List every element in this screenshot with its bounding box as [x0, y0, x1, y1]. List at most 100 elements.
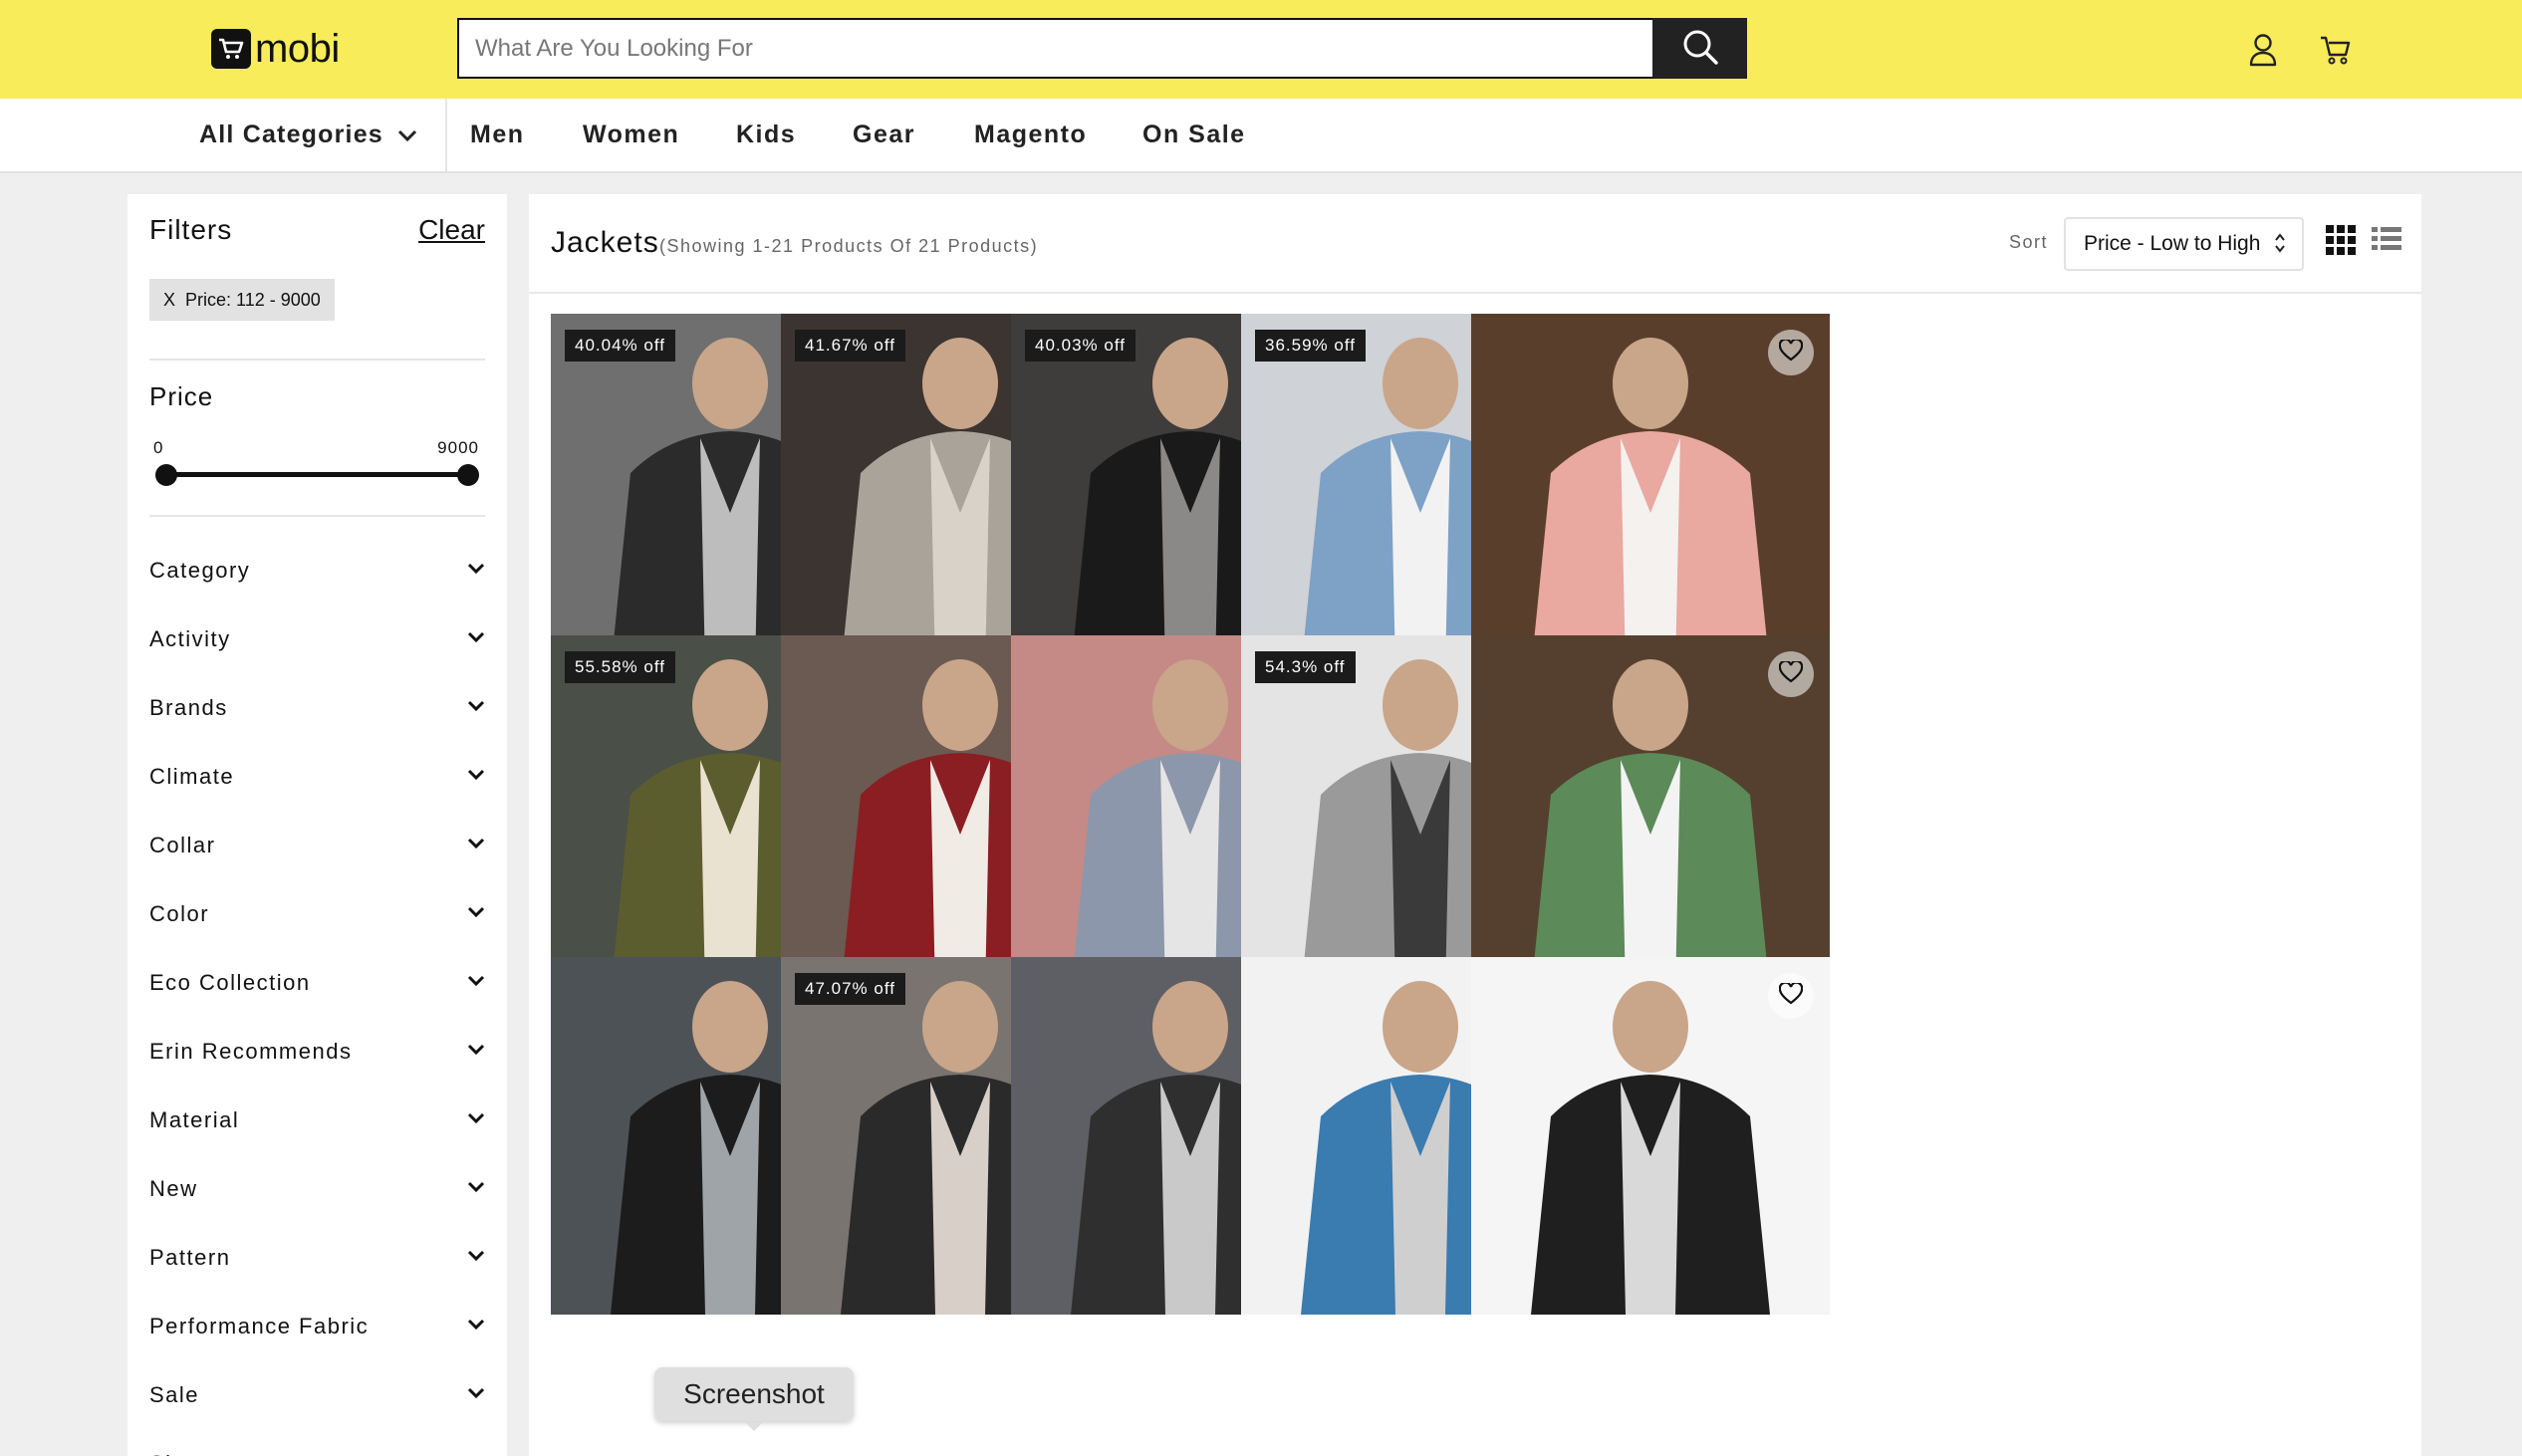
- nav-item-women[interactable]: Women: [583, 99, 679, 171]
- clear-filters-link[interactable]: Clear: [418, 214, 485, 246]
- chevron-down-icon: [467, 1318, 485, 1335]
- facet-label: Erin Recommends: [149, 1039, 353, 1064]
- filter-facet-sale[interactable]: Sale: [149, 1375, 485, 1415]
- sort-select[interactable]: Price - Low to High: [2064, 217, 2304, 271]
- facet-label: Color: [149, 901, 210, 926]
- heart-icon: [1778, 338, 1804, 366]
- filter-facet-performance-fabric[interactable]: Performance Fabric: [149, 1307, 485, 1346]
- price-range-track: [165, 472, 468, 477]
- price-range-max: 9000: [437, 438, 479, 457]
- heart-icon: [1778, 981, 1804, 1010]
- top-header-bar: mobi: [0, 0, 2522, 99]
- chevron-down-icon: [467, 905, 485, 923]
- cart-icon[interactable]: [2319, 33, 2353, 72]
- facet-label: Material: [149, 1107, 240, 1132]
- chevron-down-icon: [467, 837, 485, 854]
- nav-divider: [445, 99, 447, 171]
- discount-badge: 47.07% off: [795, 973, 905, 1005]
- facet-label: Sale: [149, 1382, 200, 1407]
- facet-label: Brands: [149, 695, 228, 720]
- sort-value: Price - Low to High: [2084, 232, 2261, 255]
- wishlist-button[interactable]: [1768, 651, 1814, 697]
- select-arrows-icon: [2274, 232, 2286, 260]
- price-filter-title: Price: [149, 381, 214, 411]
- logo-text: mobi: [255, 26, 340, 71]
- chevron-down-icon: [467, 562, 485, 580]
- search-icon: [1681, 28, 1719, 69]
- divider: [149, 515, 485, 517]
- category-nav: All Categories Men Women Kids Gear Magen…: [0, 99, 2522, 173]
- active-filter-chip[interactable]: X Price: 112 - 9000: [149, 279, 335, 321]
- facet-label: Pattern: [149, 1245, 231, 1270]
- search-bar: [457, 18, 1747, 79]
- filter-facet-activity[interactable]: Activity: [149, 619, 485, 659]
- screenshot-tooltip: Screenshot: [654, 1367, 854, 1431]
- user-icon[interactable]: [2248, 33, 2278, 72]
- nav-item-kids[interactable]: Kids: [736, 99, 796, 171]
- result-count: (Showing 1-21 Products Of 21 Products): [659, 236, 1039, 256]
- active-filter-label: Price: 112 - 9000: [185, 289, 321, 310]
- filter-facet-collar[interactable]: Collar: [149, 826, 485, 865]
- search-button[interactable]: [1652, 18, 1747, 79]
- facet-label: Collar: [149, 833, 216, 857]
- list-view-icon[interactable]: [2372, 225, 2401, 258]
- facet-label: Eco Collection: [149, 970, 311, 995]
- filter-facet-size[interactable]: Size: [149, 1444, 485, 1456]
- discount-badge: 40.03% off: [1025, 330, 1135, 362]
- filter-facet-color[interactable]: Color: [149, 894, 485, 934]
- facet-label: Activity: [149, 626, 231, 651]
- chevron-down-icon: [467, 630, 485, 648]
- discount-badge: 36.59% off: [1255, 330, 1366, 362]
- chevron-down-icon: [467, 1386, 485, 1404]
- grid-view-icon[interactable]: [2326, 225, 2356, 260]
- nav-item-magento[interactable]: Magento: [974, 99, 1087, 171]
- price-min-handle[interactable]: [155, 464, 177, 486]
- filter-facet-new[interactable]: New: [149, 1169, 485, 1209]
- discount-badge: 54.3% off: [1255, 651, 1356, 683]
- chevron-down-icon: [467, 1180, 485, 1198]
- remove-filter-icon[interactable]: X: [163, 290, 175, 311]
- chevron-down-icon: [467, 768, 485, 786]
- chevron-down-icon: [397, 121, 417, 149]
- nav-item-gear[interactable]: Gear: [853, 99, 915, 171]
- filter-facet-brands[interactable]: Brands: [149, 688, 485, 728]
- wishlist-button[interactable]: [1768, 330, 1814, 375]
- filter-facet-erin-recommends[interactable]: Erin Recommends: [149, 1032, 485, 1072]
- nav-item-on-sale[interactable]: On Sale: [1142, 99, 1246, 171]
- product-listing: Jackets (Showing 1-21 Products Of 21 Pro…: [529, 194, 2421, 1456]
- filter-facet-category[interactable]: Category: [149, 551, 485, 591]
- filter-facet-climate[interactable]: Climate: [149, 757, 485, 797]
- search-input[interactable]: [457, 18, 1652, 79]
- price-range-min: 0: [153, 438, 164, 457]
- filters-sidebar: Filters Clear X Price: 112 - 9000 Price …: [127, 194, 507, 1456]
- discount-badge: 55.58% off: [565, 651, 675, 683]
- wishlist-button[interactable]: [1768, 973, 1814, 1019]
- price-max-handle[interactable]: [457, 464, 479, 486]
- chevron-down-icon: [467, 1111, 485, 1129]
- facet-label: Size: [149, 1451, 198, 1456]
- discount-badge: 41.67% off: [795, 330, 905, 362]
- facet-label: Climate: [149, 764, 235, 789]
- site-logo[interactable]: mobi: [211, 27, 340, 71]
- listing-header: Jackets (Showing 1-21 Products Of 21 Pro…: [529, 194, 2421, 294]
- facet-label: Category: [149, 558, 251, 583]
- divider: [149, 359, 485, 361]
- page-title: Jackets: [551, 226, 659, 259]
- filter-facet-pattern[interactable]: Pattern: [149, 1238, 485, 1278]
- chevron-down-icon: [467, 1043, 485, 1061]
- cart-logo-icon: [211, 29, 251, 69]
- all-categories-dropdown[interactable]: All Categories: [199, 99, 417, 171]
- facet-label: New: [149, 1176, 198, 1201]
- filter-facet-material[interactable]: Material: [149, 1100, 485, 1140]
- chevron-down-icon: [467, 974, 485, 992]
- chevron-down-icon: [467, 1249, 485, 1267]
- heart-icon: [1778, 659, 1804, 688]
- nav-item-men[interactable]: Men: [470, 99, 525, 171]
- sort-label: Sort: [2009, 232, 2049, 252]
- discount-badge: 40.04% off: [565, 330, 675, 362]
- facet-label: Performance Fabric: [149, 1314, 370, 1338]
- filter-facet-eco-collection[interactable]: Eco Collection: [149, 963, 485, 1003]
- chevron-down-icon: [467, 699, 485, 717]
- filters-title: Filters: [149, 214, 233, 245]
- all-categories-label: All Categories: [199, 121, 383, 148]
